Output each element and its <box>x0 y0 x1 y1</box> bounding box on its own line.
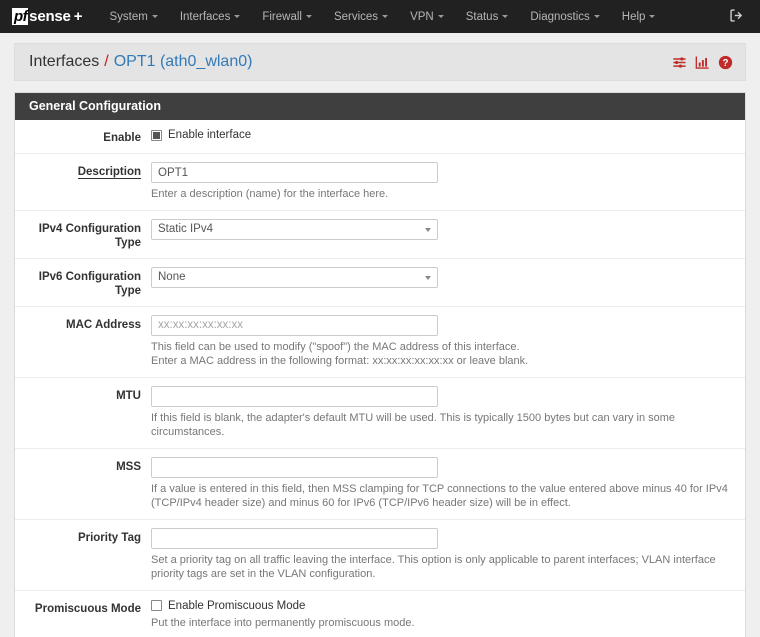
promiscuous-mode-checkbox[interactable] <box>151 600 162 611</box>
label-mtu: MTU <box>15 386 151 403</box>
chevron-down-icon <box>234 15 240 18</box>
chevron-down-icon <box>152 15 158 18</box>
field-mtu: If this field is blank, the adapter's de… <box>151 386 745 440</box>
nav-item-firewall[interactable]: Firewall <box>251 5 323 29</box>
navbar-right <box>729 8 750 26</box>
chevron-down-icon <box>649 15 655 18</box>
form-row-ipv4-config-type: IPv4 Configuration Type Static IPv4 <box>15 211 745 259</box>
form-row-mss: MSS If a value is entered in this field,… <box>15 449 745 520</box>
label-mac-address: MAC Address <box>15 315 151 332</box>
priority-tag-help: Set a priority tag on all traffic leavin… <box>151 553 731 582</box>
nav-item-vpn[interactable]: VPN <box>399 5 455 29</box>
mac-address-help-line1: This field can be used to modify ("spoof… <box>151 340 731 355</box>
nav-item-services[interactable]: Services <box>323 5 399 29</box>
main-menu: System Interfaces Firewall Services VPN … <box>98 5 666 29</box>
breadcrumb-separator: / <box>104 53 108 71</box>
help-circle-icon[interactable]: ? <box>718 55 733 70</box>
nav-item-diagnostics[interactable]: Diagnostics <box>519 5 610 29</box>
nav-item-system[interactable]: System <box>98 5 168 29</box>
label-priority-tag: Priority Tag <box>15 528 151 545</box>
nav-label-vpn: VPN <box>410 11 434 23</box>
mac-address-input[interactable] <box>151 315 438 336</box>
nav-label-system: System <box>109 11 147 23</box>
field-enable: Enable interface <box>151 128 745 141</box>
pfsense-logo[interactable]: pf sense + <box>12 8 82 25</box>
general-configuration-heading: General Configuration <box>15 93 745 120</box>
mss-input[interactable] <box>151 457 438 478</box>
chevron-down-icon <box>594 15 600 18</box>
nav-label-firewall: Firewall <box>262 11 302 23</box>
form-row-enable: Enable Enable interface <box>15 120 745 154</box>
nav-label-interfaces: Interfaces <box>180 11 231 23</box>
form-row-mtu: MTU If this field is blank, the adapter'… <box>15 378 745 449</box>
top-navbar: pf sense + System Interfaces Firewall Se… <box>0 0 760 33</box>
nav-item-status[interactable]: Status <box>455 5 520 29</box>
description-help: Enter a description (name) for the inter… <box>151 187 731 202</box>
mtu-input[interactable] <box>151 386 438 407</box>
form-row-ipv6-config-type: IPv6 Configuration Type None <box>15 259 745 307</box>
chevron-down-icon <box>382 15 388 18</box>
nav-label-diagnostics: Diagnostics <box>530 11 589 23</box>
form-row-mac-address: MAC Address This field can be used to mo… <box>15 307 745 378</box>
mac-address-help-line2: Enter a MAC address in the following for… <box>151 354 731 369</box>
ipv4-config-type-select[interactable]: Static IPv4 <box>151 219 438 240</box>
field-priority-tag: Set a priority tag on all traffic leavin… <box>151 528 745 582</box>
nav-item-help[interactable]: Help <box>611 5 667 29</box>
mss-help: If a value is entered in this field, the… <box>151 482 731 511</box>
form-row-priority-tag: Priority Tag Set a priority tag on all t… <box>15 520 745 591</box>
enable-interface-checkbox-wrap[interactable]: Enable interface <box>151 128 731 141</box>
field-description: Enter a description (name) for the inter… <box>151 162 745 202</box>
page-header-actions: ? <box>672 55 733 70</box>
enable-interface-label[interactable]: Enable interface <box>168 129 251 141</box>
logout-icon[interactable] <box>729 8 744 26</box>
sliders-icon[interactable] <box>672 55 687 70</box>
promiscuous-mode-label[interactable]: Enable Promiscuous Mode <box>168 600 305 612</box>
label-description: Description <box>15 162 151 179</box>
mtu-help: If this field is blank, the adapter's de… <box>151 411 731 440</box>
nav-label-services: Services <box>334 11 378 23</box>
brand-pf-mark: pf <box>12 8 28 25</box>
field-mss: If a value is entered in this field, the… <box>151 457 745 511</box>
form-row-description: Description Enter a description (name) f… <box>15 154 745 211</box>
label-promiscuous-mode: Promiscuous Mode <box>15 599 151 616</box>
field-ipv4-config-type: Static IPv4 <box>151 219 745 240</box>
breadcrumb-parent: Interfaces <box>29 53 99 71</box>
description-input[interactable] <box>151 162 438 183</box>
field-ipv6-config-type: None <box>151 267 745 288</box>
chevron-down-icon <box>306 15 312 18</box>
promiscuous-mode-help: Put the interface into permanently promi… <box>151 616 731 631</box>
nav-label-help: Help <box>622 11 646 23</box>
brand-plus-text: + <box>74 8 83 25</box>
nav-item-interfaces[interactable]: Interfaces <box>169 5 252 29</box>
label-ipv6-config-type: IPv6 Configuration Type <box>15 267 151 298</box>
nav-label-status: Status <box>466 11 499 23</box>
chevron-down-icon <box>502 15 508 18</box>
brand-sense-text: sense <box>29 8 71 25</box>
breadcrumb-current[interactable]: OPT1 (ath0_wlan0) <box>114 53 253 71</box>
promiscuous-mode-checkbox-wrap[interactable]: Enable Promiscuous Mode <box>151 599 731 612</box>
chevron-down-icon <box>438 15 444 18</box>
enable-interface-checkbox[interactable] <box>151 130 162 141</box>
svg-text:?: ? <box>722 58 728 69</box>
label-mss: MSS <box>15 457 151 474</box>
label-ipv4-config-type: IPv4 Configuration Type <box>15 219 151 250</box>
general-configuration-panel: General Configuration Enable Enable inte… <box>14 92 746 637</box>
field-promiscuous-mode: Enable Promiscuous Mode Put the interfac… <box>151 599 745 631</box>
bar-chart-icon[interactable] <box>695 55 710 70</box>
page-header: Interfaces / OPT1 (ath0_wlan0) ? <box>14 43 746 81</box>
form-row-promiscuous-mode: Promiscuous Mode Enable Promiscuous Mode… <box>15 591 745 637</box>
ipv6-config-type-select[interactable]: None <box>151 267 438 288</box>
label-enable: Enable <box>15 128 151 145</box>
priority-tag-input[interactable] <box>151 528 438 549</box>
field-mac-address: This field can be used to modify ("spoof… <box>151 315 745 369</box>
